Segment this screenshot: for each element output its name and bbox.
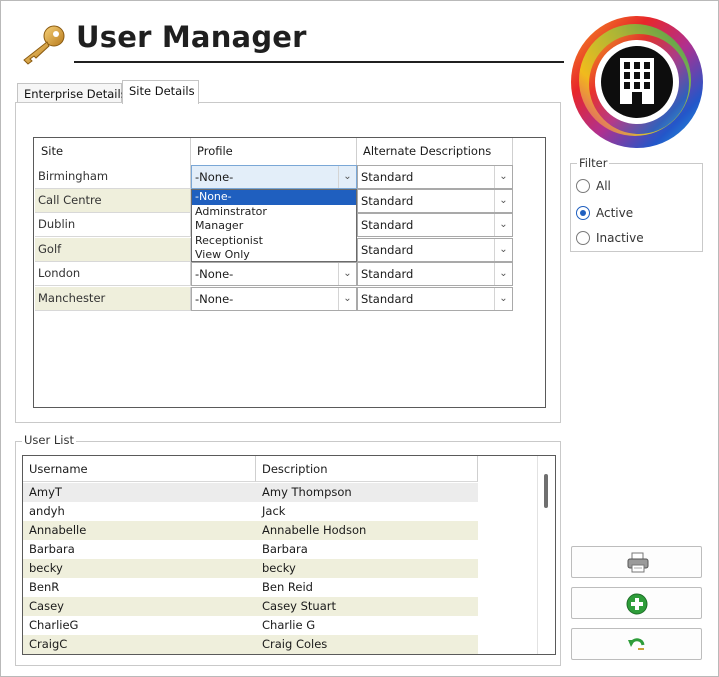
profile-dropdown-list: -None- Adminstrator Manager Receptionist… [191, 189, 357, 262]
description-cell: Craig Coles [262, 637, 328, 651]
profile-combo-value: -None- [195, 267, 234, 281]
printer-icon [627, 552, 649, 573]
profile-combo[interactable]: -None- ⌄ [191, 287, 357, 311]
radio-label: Inactive [596, 231, 644, 245]
radio-label: All [596, 179, 611, 193]
radio-label: Active [596, 206, 634, 220]
tab-enterprise-details[interactable]: Enterprise Details [17, 83, 127, 104]
username-cell: Annabelle [29, 523, 87, 537]
alt-description-combo[interactable]: Standard ⌄ [357, 262, 513, 286]
alt-description-combo[interactable]: Standard ⌄ [357, 238, 513, 262]
table-row[interactable]: Barbara Barbara [23, 540, 478, 559]
table-row[interactable]: CraigC Craig Coles [23, 635, 478, 654]
dropdown-option[interactable]: View Only [192, 248, 356, 263]
description-cell: Jack [262, 504, 286, 518]
alt-description-combo[interactable]: Standard ⌄ [357, 189, 513, 213]
username-cell: andyh [29, 504, 65, 518]
profile-combo-value: -None- [195, 170, 234, 184]
chevron-down-icon[interactable]: ⌄ [338, 166, 356, 188]
dropdown-option[interactable]: Manager [192, 219, 356, 234]
radio-icon[interactable] [576, 230, 590, 245]
chevron-down-icon[interactable]: ⌄ [494, 239, 512, 261]
chevron-down-icon[interactable]: ⌄ [494, 263, 512, 285]
profile-combo-value: -None- [195, 292, 234, 306]
username-cell: AmyT [29, 485, 62, 499]
radio-icon[interactable] [576, 178, 590, 193]
description-cell: Ben Reid [262, 580, 313, 594]
alt-description-value: Standard [361, 194, 414, 208]
dropdown-option[interactable]: Receptionist [192, 234, 356, 249]
username-cell: CraigC [29, 637, 68, 651]
undo-button[interactable] [571, 628, 702, 660]
username-cell: BenR [29, 580, 60, 594]
username-cell: becky [29, 561, 63, 575]
user-list-legend: User List [22, 433, 76, 447]
alt-description-value: Standard [361, 292, 414, 306]
add-icon [626, 593, 648, 615]
description-cell: Annabelle Hodson [262, 523, 367, 537]
key-icon [23, 25, 65, 65]
dropdown-option[interactable]: -None- [192, 190, 356, 205]
alt-description-combo[interactable]: Standard ⌄ [357, 165, 513, 189]
table-row[interactable]: becky becky [23, 559, 478, 578]
site-cell[interactable]: Call Centre [35, 189, 191, 213]
site-cell[interactable]: Birmingham [35, 165, 191, 189]
filter-active-radio[interactable]: Active [576, 204, 633, 222]
filter-inactive-radio[interactable]: Inactive [576, 229, 644, 247]
description-cell: Amy Thompson [262, 485, 352, 499]
chevron-down-icon[interactable]: ⌄ [338, 288, 356, 310]
site-cell[interactable]: Manchester [35, 287, 191, 311]
column-header-profile[interactable]: Profile [191, 138, 357, 165]
undo-icon [628, 638, 645, 650]
site-cell[interactable]: London [35, 262, 191, 286]
column-header-description[interactable]: Description [256, 456, 478, 482]
chevron-down-icon[interactable]: ⌄ [494, 214, 512, 236]
description-cell: Casey Stuart [262, 599, 336, 613]
page-title: User Manager [76, 20, 307, 54]
add-button[interactable] [571, 587, 702, 619]
description-cell: Barbara [262, 542, 308, 556]
table-row[interactable]: Annabelle Annabelle Hodson [23, 521, 478, 540]
scrollbar-thumb[interactable] [544, 474, 548, 508]
chevron-down-icon[interactable]: ⌄ [494, 288, 512, 310]
column-header-username[interactable]: Username [23, 456, 256, 482]
chevron-down-icon[interactable]: ⌄ [494, 166, 512, 188]
column-header-alternate-descriptions[interactable]: Alternate Descriptions [357, 138, 513, 165]
print-button[interactable] [571, 546, 702, 578]
alt-description-value: Standard [361, 267, 414, 281]
site-cell[interactable]: Golf [35, 238, 191, 262]
title-divider [74, 61, 564, 63]
profile-combo[interactable]: -None- ⌄ [191, 165, 357, 189]
alt-description-value: Standard [361, 243, 414, 257]
building-logo-icon [571, 16, 703, 148]
column-header-site[interactable]: Site [35, 138, 191, 165]
table-row[interactable]: Casey Casey Stuart [23, 597, 478, 616]
filter-all-radio[interactable]: All [576, 177, 611, 195]
tab-site-details[interactable]: Site Details [122, 80, 199, 104]
filter-legend: Filter [577, 156, 610, 170]
alt-description-combo[interactable]: Standard ⌄ [357, 213, 513, 237]
description-cell: becky [262, 561, 296, 575]
username-cell: Casey [29, 599, 64, 613]
table-row[interactable]: BenR Ben Reid [23, 578, 478, 597]
alt-description-combo[interactable]: Standard ⌄ [357, 287, 513, 311]
chevron-down-icon[interactable]: ⌄ [494, 190, 512, 212]
table-row[interactable]: CharlieG Charlie G [23, 616, 478, 635]
table-row[interactable]: AmyT Amy Thompson [23, 483, 478, 502]
radio-selected-icon[interactable] [576, 205, 590, 220]
profile-combo[interactable]: -None- ⌄ [191, 262, 357, 286]
chevron-down-icon[interactable]: ⌄ [338, 263, 356, 285]
username-cell: Barbara [29, 542, 75, 556]
description-cell: Charlie G [262, 618, 316, 632]
site-cell[interactable]: Dublin [35, 213, 191, 237]
username-cell: CharlieG [29, 618, 79, 632]
alt-description-value: Standard [361, 170, 414, 184]
alt-description-value: Standard [361, 218, 414, 232]
table-row[interactable]: andyh Jack [23, 502, 478, 521]
dropdown-option[interactable]: Adminstrator [192, 205, 356, 220]
